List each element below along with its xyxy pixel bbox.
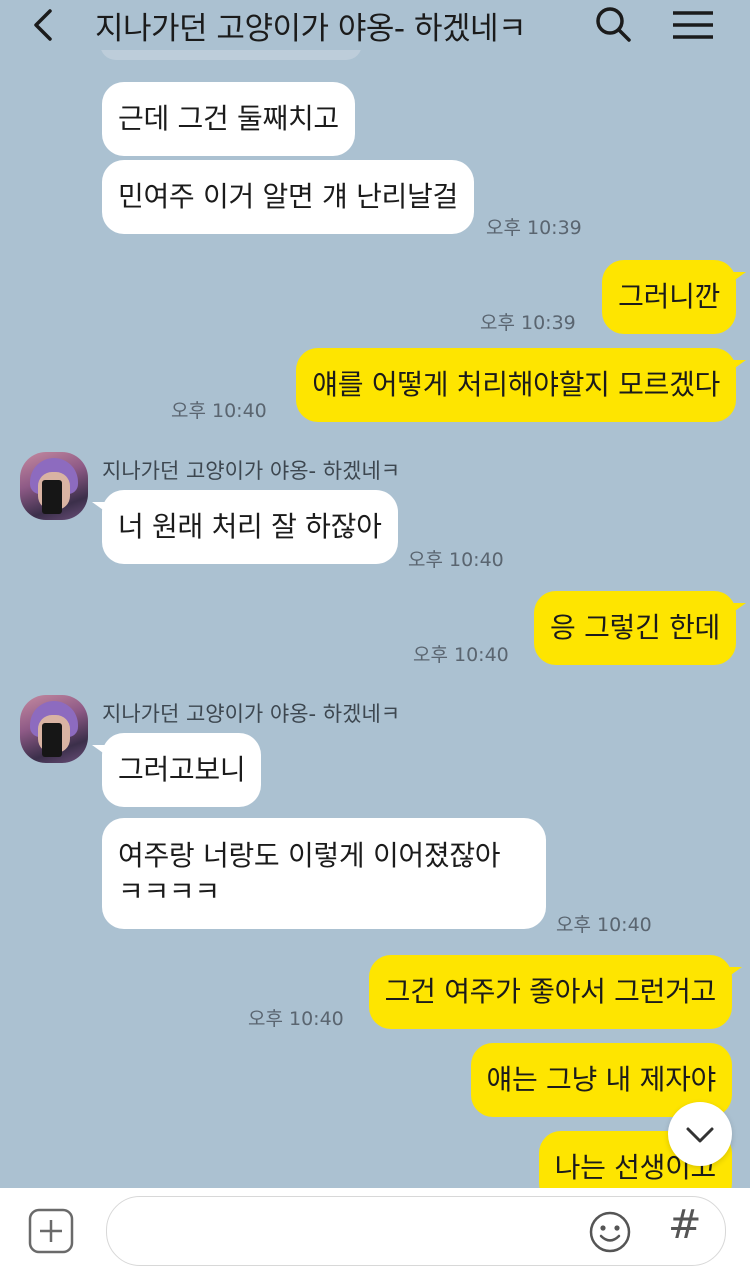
- message-bubble-outgoing[interactable]: 응 그렇긴 한데: [534, 591, 746, 665]
- message-bubble-incoming[interactable]: 근데 그건 둘째치고: [102, 82, 355, 156]
- message-text: 응 그렇긴 한데: [550, 611, 720, 644]
- sender-name: 지나가던 고양이가 야옹- 하겠네ㅋ: [102, 702, 401, 726]
- message-text: 그러고보니: [118, 753, 246, 786]
- chevron-down-icon: [686, 1127, 714, 1143]
- message-timestamp: 오후 10:40: [413, 644, 509, 666]
- chat-header: 지나가던 고양이가 야옹- 하겠네ㅋ: [0, 0, 750, 50]
- avatar-phone: [42, 480, 62, 514]
- smiley-icon: [589, 1211, 631, 1253]
- message-text-line: ㅋㅋㅋㅋ: [118, 875, 220, 908]
- message-input-bar: #: [0, 1188, 750, 1276]
- sender-name: 지나가던 고양이가 야옹- 하겠네ㅋ: [102, 459, 401, 483]
- message-timestamp: 오후 10:39: [480, 312, 576, 334]
- message-text: 민여주 이거 알면 걔 난리날걸: [118, 180, 458, 213]
- back-button[interactable]: [26, 5, 62, 45]
- message-bubble-incoming[interactable]: 너 원래 처리 잘 하잖아: [92, 490, 398, 564]
- hashtag-button[interactable]: #: [668, 1202, 702, 1248]
- avatar[interactable]: [20, 452, 88, 520]
- menu-button[interactable]: [670, 5, 716, 45]
- message-text: 얘를 어떻게 처리해야할지 모르겠다: [312, 368, 720, 401]
- avatar-phone: [42, 723, 62, 757]
- message-text-line: 여주랑 너랑도 이렇게 이어졌잖아: [118, 839, 501, 872]
- message-bubble-incoming[interactable]: 여주랑 너랑도 이렇게 이어졌잖아 ㅋㅋㅋㅋ: [102, 818, 546, 929]
- avatar[interactable]: [20, 695, 88, 763]
- search-icon: [596, 7, 631, 42]
- message-timestamp: 오후 10:39: [486, 217, 582, 239]
- message-timestamp: 오후 10:40: [248, 1008, 344, 1030]
- chevron-left-icon: [34, 9, 52, 41]
- message-text: 너 원래 처리 잘 하잖아: [118, 510, 382, 543]
- message-text: 근데 그건 둘째치고: [118, 102, 339, 135]
- message-text: 얘는 그냥 내 제자야: [486, 1063, 717, 1096]
- scroll-to-bottom-button[interactable]: [668, 1102, 732, 1166]
- chat-title: 지나가던 고양이가 야옹- 하겠네ㅋ: [95, 11, 527, 47]
- message-bubble-outgoing[interactable]: 그러니깐: [602, 260, 746, 334]
- message-timestamp: 오후 10:40: [408, 549, 504, 571]
- message-text: 그러니깐: [618, 280, 720, 313]
- message-bubble-incoming[interactable]: 그러고보니: [91, 733, 262, 807]
- message-bubble-outgoing[interactable]: 그건 여주가 좋아서 그런거고: [368, 955, 743, 1029]
- hamburger-menu-icon: [673, 11, 713, 39]
- message-text: 그건 여주가 좋아서 그런거고: [384, 975, 717, 1008]
- message-input[interactable]: [106, 1196, 726, 1266]
- emoji-button[interactable]: [588, 1210, 632, 1254]
- message-timestamp: 오후 10:40: [171, 400, 267, 422]
- message-bubble-incoming[interactable]: 민여주 이거 알면 걔 난리날걸: [102, 160, 474, 234]
- message-timestamp: 오후 10:40: [556, 914, 652, 936]
- message-bubble-outgoing[interactable]: 얘를 어떻게 처리해야할지 모르겠다: [296, 348, 746, 422]
- attach-button[interactable]: [28, 1208, 74, 1254]
- plus-square-icon: [28, 1208, 74, 1254]
- search-button[interactable]: [592, 3, 634, 45]
